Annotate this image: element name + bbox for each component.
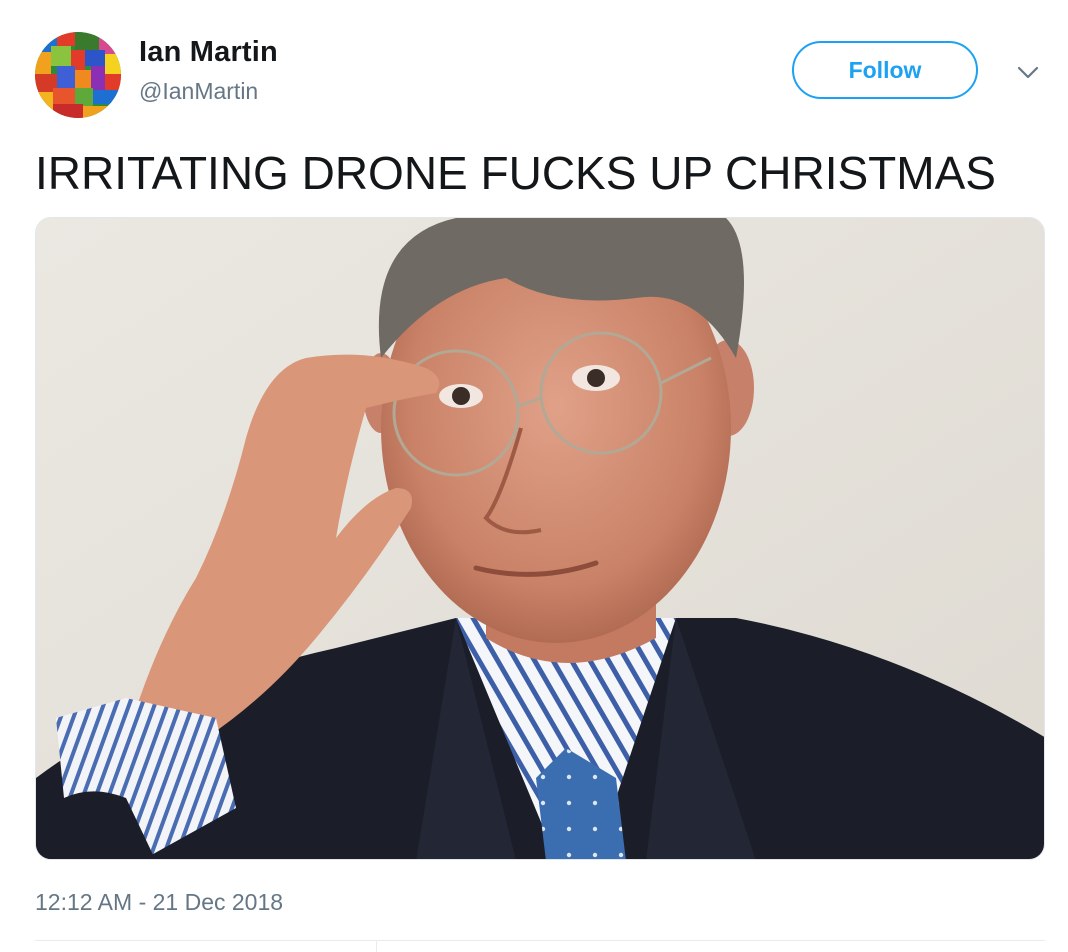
author-handle[interactable]: @IanMartin bbox=[139, 78, 258, 105]
tweet-timestamp[interactable]: 12:12 AM - 21 Dec 2018 bbox=[35, 889, 283, 916]
tweet-card: Ian Martin @IanMartin Follow IRRITATING … bbox=[0, 0, 1068, 952]
author-display-name[interactable]: Ian Martin bbox=[139, 36, 278, 69]
divider bbox=[35, 940, 1045, 941]
avatar[interactable] bbox=[35, 32, 121, 118]
tweet-photo[interactable] bbox=[35, 217, 1045, 860]
tweet-text: IRRITATING DRONE FUCKS UP CHRISTMAS bbox=[35, 147, 996, 199]
follow-button[interactable]: Follow bbox=[792, 41, 978, 99]
chevron-down-icon[interactable] bbox=[1014, 62, 1042, 84]
stats-divider bbox=[376, 940, 377, 952]
